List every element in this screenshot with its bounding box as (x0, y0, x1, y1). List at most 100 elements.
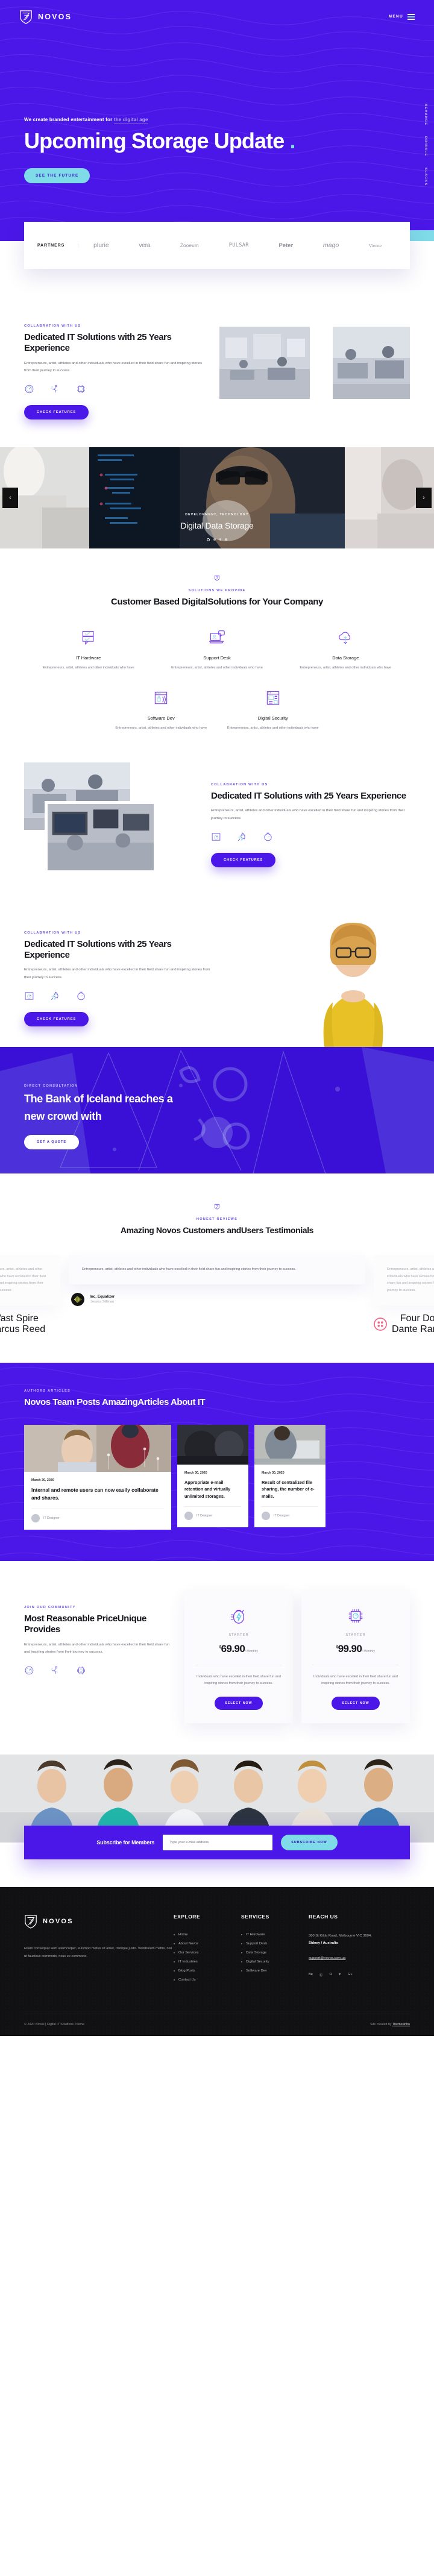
testimonial-next[interactable]: Entrepreneurs, artist, athletes and othe… (374, 1255, 434, 1335)
footer-link-it-hardware[interactable]: IT Hardware (241, 1933, 309, 1937)
footer-link-support-desk[interactable]: Support Desk (241, 1942, 309, 1946)
hero-eyebrow-link[interactable]: the digital age (113, 116, 148, 124)
social-icon-omega[interactable]: Ω (329, 1973, 332, 1978)
footer-social-links: Be Ⓒ Ω in G+ (309, 1973, 410, 1978)
slider-dot-1[interactable] (207, 538, 210, 542)
footer-link-home[interactable]: Home (174, 1933, 241, 1937)
social-icon-behance[interactable]: Be (309, 1973, 313, 1978)
testimonial-card[interactable]: Entrepreneurs, artist, athletes and othe… (374, 1255, 434, 1305)
cta-banner-section: DIRECT CONSULTATION The Bank of Iceland … (0, 1046, 434, 1173)
footer-link-software-dev[interactable]: Software Dev (241, 1969, 309, 1973)
gauge-icon (25, 385, 34, 394)
social-icon-creative[interactable]: Ⓒ (319, 1973, 323, 1978)
footer-link-blog-posts[interactable]: Blog Posts (174, 1969, 241, 1973)
collaboration-section-1: COLLABRATION WITH US Dedicated IT Soluti… (0, 291, 434, 447)
slider-next-button[interactable]: › (416, 488, 432, 509)
service-card-software-dev[interactable]: Software Dev Entrepreneurs, artist, athl… (105, 688, 217, 732)
partner-logo-zooeum[interactable]: Zooeum (180, 243, 199, 248)
slider-prev-button[interactable]: ‹ (2, 488, 18, 509)
collab2-check-features-button[interactable]: CHECK FEATURES (211, 852, 276, 867)
footer-email-link[interactable]: support@novos.com.ua (309, 1956, 345, 1960)
partners-bar: PARTNERS plurie vera Zooeum PULSAR Peter… (24, 222, 410, 269)
testimonial-prev[interactable]: Entrepreneurs, artist, athletes and othe… (0, 1255, 60, 1335)
service-card-data-storage[interactable]: Data Storage Entrepreneurs, artist, athl… (281, 627, 410, 672)
runner-icon (51, 385, 58, 393)
partner-logo-plurie[interactable]: plurie (93, 242, 109, 249)
pricing-card-starter-69[interactable]: STARTER $69.90/ Monthly Individuals who … (184, 1590, 293, 1724)
social-link-slacks[interactable]: SLACKS (424, 168, 427, 186)
logo[interactable]: NOVOS (19, 9, 72, 25)
gauge-icon (25, 1667, 34, 1675)
novos-mini-logo-icon (214, 576, 220, 581)
partner-logo-vera[interactable]: vera (139, 242, 150, 249)
social-icon-googleplus[interactable]: G+ (348, 1973, 353, 1978)
cta-title-line2: new crowd with (24, 1110, 102, 1123)
collab2-eyebrow: COLLABRATION WITH US (211, 782, 268, 787)
blog-card[interactable]: March 30, 2020 Internal and remote users… (24, 1425, 171, 1530)
service-card-it-hardware[interactable]: IT Hardware Entrepreneurs, artist, athle… (24, 627, 153, 672)
subscribe-now-button[interactable]: SUBSCRIBE NOW (281, 1835, 338, 1851)
blog-post-title[interactable]: Result of centralized file sharing, the … (262, 1479, 318, 1500)
novos-shield-icon (20, 10, 32, 24)
social-icon-linkedin[interactable]: in (339, 1973, 341, 1978)
blog-content: AUTHORS ARTICLES Novos Team Posts Amazin… (24, 1389, 410, 1530)
blog-post-title[interactable]: Appropriate e-mail retention and virtual… (184, 1479, 241, 1500)
footer-credit: Site created by Themesinho (370, 2023, 410, 2026)
select-plan-button[interactable]: SELECT NOW (332, 1697, 380, 1711)
collab1-text: COLLABRATION WITH US Dedicated IT Soluti… (24, 324, 205, 420)
pricing-card-starter-99[interactable]: STARTER $99.90/ Monthly Individuals who … (301, 1590, 410, 1724)
footer-logo[interactable]: NOVOS (24, 1914, 174, 1929)
blog-post-title[interactable]: Internal and remote users can now easily… (31, 1486, 164, 1502)
blog-author: IT Designer (197, 1513, 213, 1518)
social-link-dribble[interactable]: DRIBBLE (424, 136, 427, 157)
footer-link-digital-security[interactable]: Digital Security (241, 1960, 309, 1964)
partner-logo-peter[interactable]: Peter (278, 242, 293, 249)
footer-link-it-industries[interactable]: IT Industries (174, 1960, 241, 1964)
footer-link-data-storage[interactable]: Data Storage (241, 1951, 309, 1955)
social-link-behance[interactable]: BEHANCE (424, 104, 427, 125)
slider-dots[interactable] (89, 538, 345, 542)
hero-eyebrow-text: We create branded entertainment for (24, 116, 114, 122)
chip-gauge-icon (312, 1604, 399, 1627)
footer-credit-link[interactable]: Themesinho (392, 2023, 410, 2026)
footer-link-contact-us[interactable]: Contact Us (174, 1978, 241, 1982)
laptop-support-icon (162, 627, 271, 648)
collaboration-section-2: COLLABRATION WITH US Dedicated IT Soluti… (0, 756, 434, 907)
services-grid-row2: Software Dev Entrepreneurs, artist, athl… (24, 688, 410, 732)
see-the-future-button[interactable]: SEE THE FUTURE (24, 168, 90, 183)
slider-dot-4[interactable] (225, 538, 227, 541)
blog-date: March 30, 2020 (184, 1471, 207, 1475)
select-plan-button[interactable]: SELECT NOW (215, 1697, 263, 1711)
slider-dot-2[interactable] (213, 538, 216, 541)
testimonial-card[interactable]: Entrepreneurs, artist, athletes and othe… (69, 1255, 365, 1284)
slider-dot-3[interactable] (219, 538, 222, 541)
blog-card[interactable]: March 30, 2020 Appropriate e-mail retent… (177, 1425, 248, 1527)
get-a-quote-button[interactable]: GET A QUOTE (24, 1134, 80, 1149)
testimonial-card[interactable]: Entrepreneurs, artist, athletes and othe… (0, 1255, 60, 1305)
office-photo-1 (219, 327, 310, 399)
footer-services-list: IT Hardware Support Desk Data Storage Di… (241, 1933, 309, 1973)
menu-label: MENU (388, 14, 403, 19)
collab2-photos (24, 762, 198, 877)
services-title: Customer Based DigitalSolutions for Your… (111, 597, 323, 608)
portrait-woman-photo (323, 922, 383, 1047)
services-grid-row1: IT Hardware Entrepreneurs, artist, athle… (24, 627, 410, 672)
service-card-support-desk[interactable]: Support Desk Entrepreneurs, artist, athl… (153, 627, 281, 672)
partner-logo-vienne[interactable]: Vienne (369, 243, 382, 248)
partner-logo-mago[interactable]: mago (323, 242, 339, 249)
footer-link-our-services[interactable]: Our Services (174, 1951, 241, 1955)
menu-button[interactable]: MENU (388, 14, 415, 20)
blog-card[interactable]: March 30, 2020 Result of centralized fil… (254, 1425, 326, 1527)
subscribe-email-input[interactable] (163, 1835, 273, 1851)
blog-author: IT Designer (43, 1516, 60, 1521)
service-card-digital-security[interactable]: Digital Security Entrepreneurs, artist, … (217, 688, 329, 732)
partner-logo-pulsar[interactable]: PULSAR (229, 242, 249, 248)
footer-address-line2: Sidney / Australia (309, 1941, 338, 1945)
collab1-check-features-button[interactable]: CHECK FEATURES (24, 405, 89, 420)
footer-link-about-novos[interactable]: About Novos (174, 1942, 241, 1946)
blog-card-body: March 30, 2020 Internal and remote users… (24, 1472, 171, 1530)
collab3-check-features-button[interactable]: CHECK FEATURES (24, 1012, 89, 1027)
collab2-text: COLLABRATION WITH US Dedicated IT Soluti… (211, 762, 410, 867)
collab1-photos (219, 324, 410, 404)
testimonial-person: Marcus Reed (0, 1324, 46, 1334)
